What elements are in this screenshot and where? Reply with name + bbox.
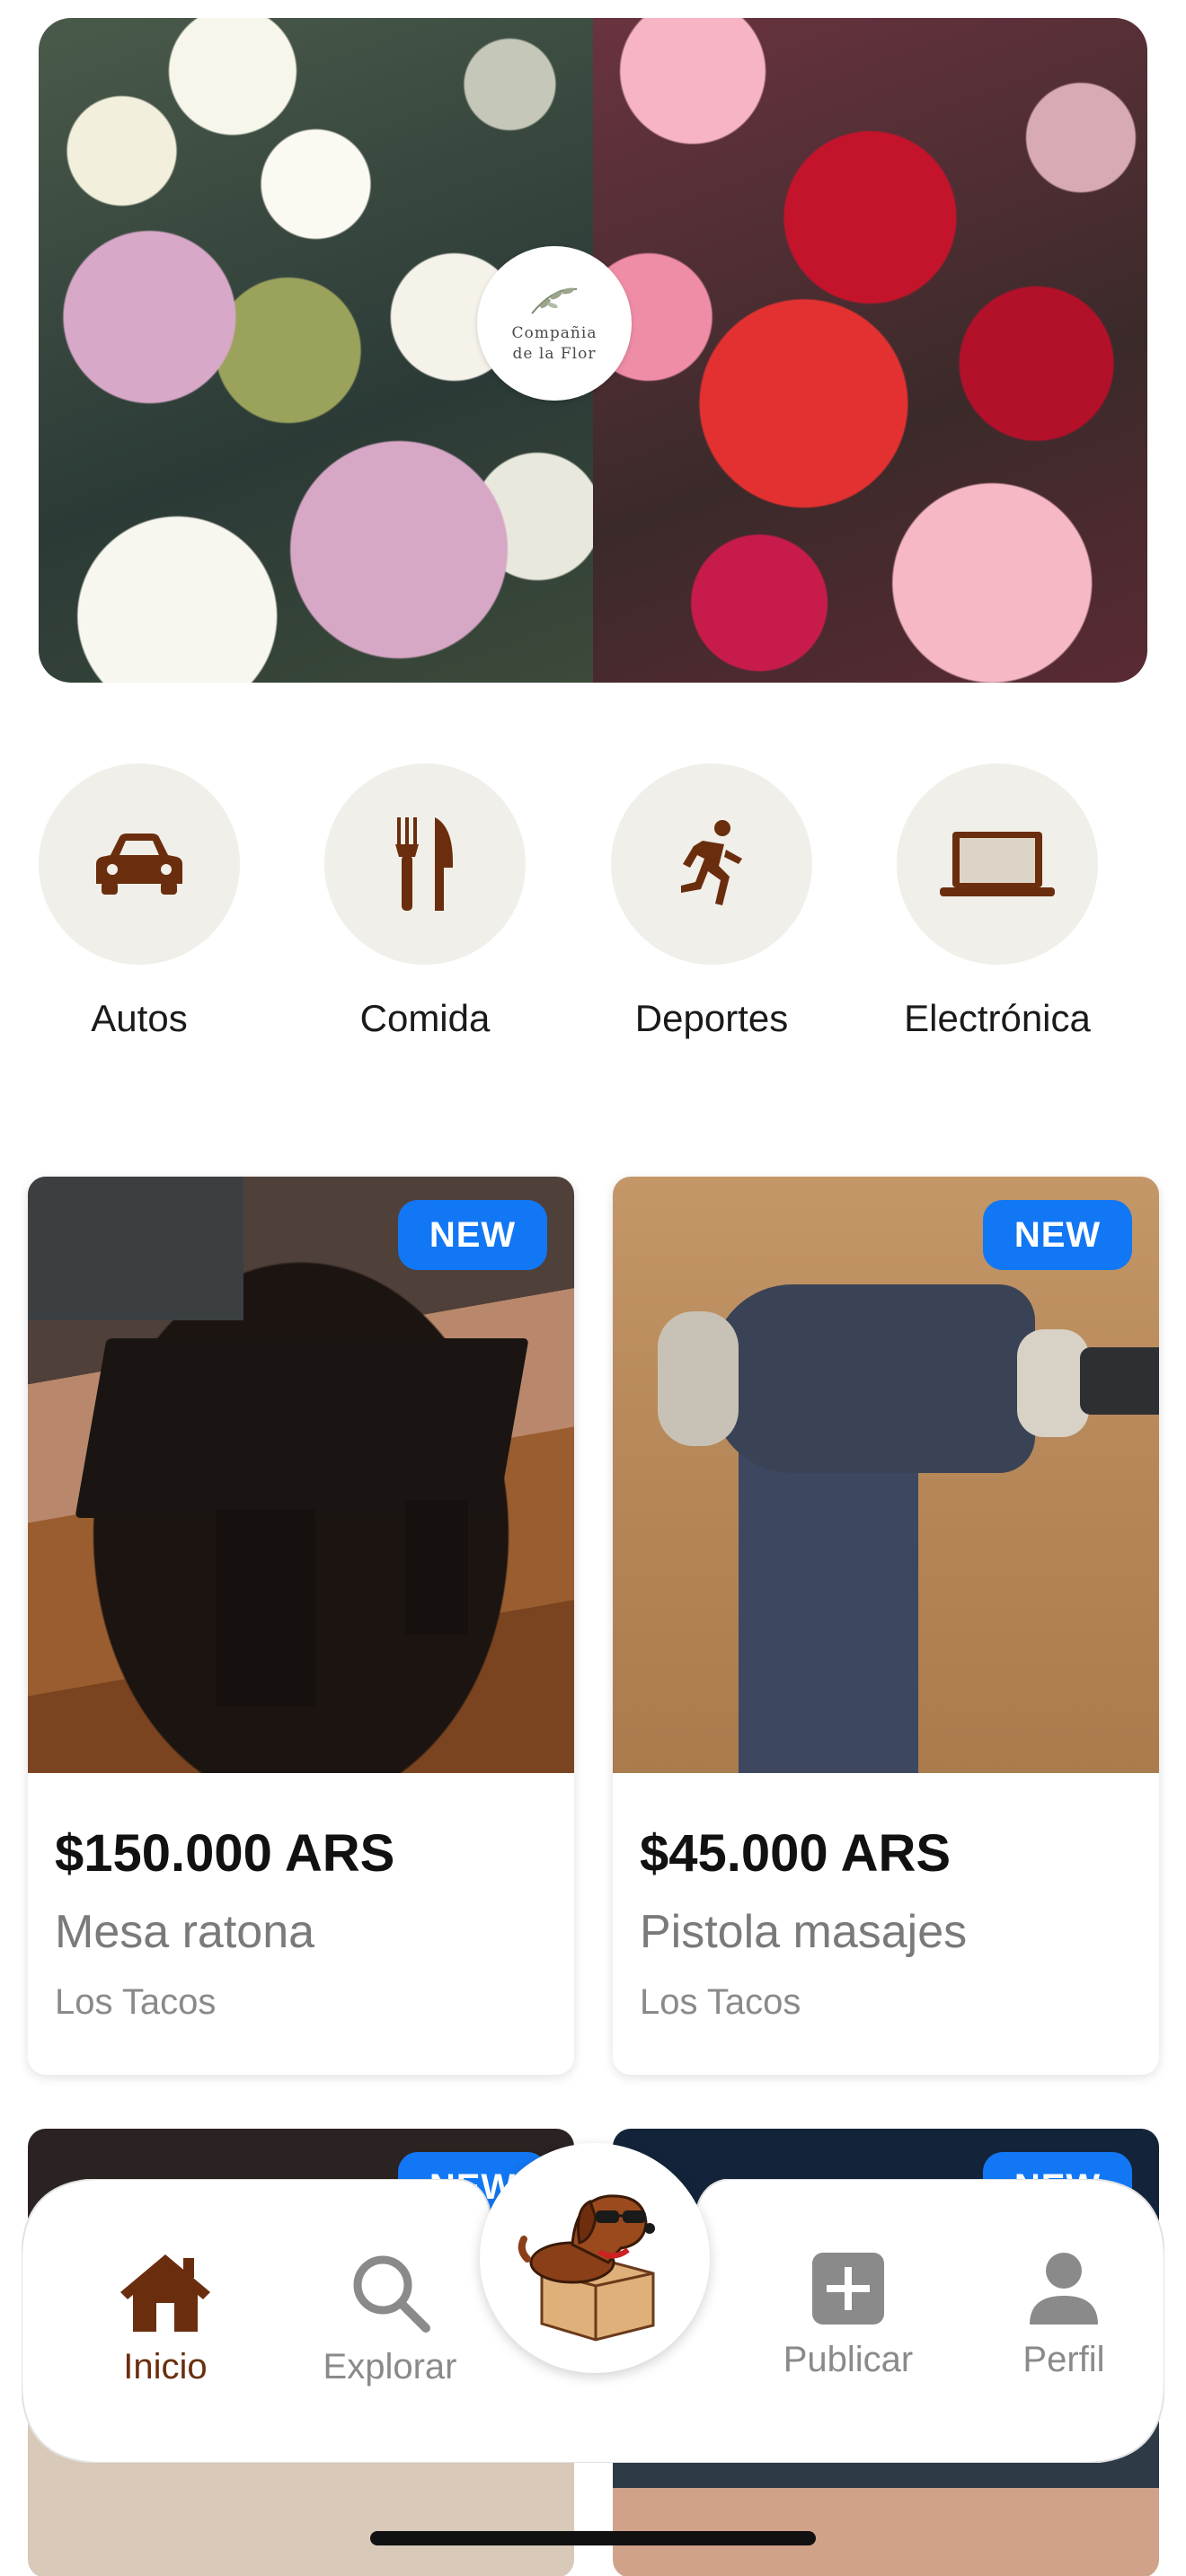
category-label: Electrónica	[904, 997, 1091, 1039]
image-detail	[405, 1500, 468, 1635]
center-action-button[interactable]	[480, 2143, 710, 2373]
person-icon	[1030, 2253, 1098, 2325]
fork-knife-icon	[395, 817, 453, 911]
nav-label: Publicar	[783, 2340, 914, 2379]
product-title: Pistola masajes	[640, 1906, 968, 1958]
store-logo: Compañia de la Flor	[477, 246, 632, 401]
product-location: Los Tacos	[55, 1982, 217, 2022]
logo-line-1: Compañia	[511, 324, 597, 343]
category-circle	[324, 763, 526, 965]
category-deportes[interactable]: Deportes	[611, 763, 812, 1040]
product-image-mesa-ratona: NEW	[28, 1177, 574, 1773]
nav-perfil[interactable]: Perfil	[965, 2251, 1163, 2380]
nav-publicar[interactable]: Publicar	[749, 2251, 947, 2380]
image-detail	[1080, 1347, 1159, 1415]
new-badge: NEW	[398, 1200, 547, 1270]
category-label: Autos	[91, 997, 188, 1039]
product-price: $150.000 ARS	[55, 1824, 395, 1883]
running-icon	[681, 820, 742, 905]
product-price: $45.000 ARS	[640, 1824, 951, 1883]
image-detail	[658, 1311, 739, 1446]
category-label: Comida	[359, 997, 491, 1039]
car-icon	[96, 834, 182, 895]
dog-mascot-icon	[518, 2194, 655, 2342]
nav-label: Inicio	[123, 2347, 208, 2386]
search-icon	[353, 2255, 430, 2333]
product-title: Mesa ratona	[55, 1906, 315, 1958]
bottom-navigation: Inicio Explorar Publicar Perfil	[22, 2143, 1164, 2463]
home-indicator[interactable]	[370, 2531, 816, 2545]
image-detail	[75, 1338, 529, 1518]
category-label: Deportes	[634, 997, 789, 1039]
category-comida[interactable]: Comida	[324, 763, 526, 1040]
nav-label: Perfil	[1022, 2340, 1105, 2379]
laptop-icon	[940, 832, 1055, 896]
image-detail	[28, 1177, 243, 1320]
logo-line-2: de la Flor	[512, 345, 597, 363]
home-icon	[120, 2254, 210, 2332]
product-image-pistola-masajes: NEW	[613, 1177, 1159, 1773]
nav-inicio[interactable]: Inicio	[66, 2251, 264, 2387]
image-detail	[1017, 1329, 1089, 1437]
banner-flowers-right-image	[593, 18, 1147, 683]
product-card[interactable]: NEW $45.000 ARS Pistola masajes Los Taco…	[613, 1177, 1159, 2075]
image-detail	[712, 1284, 1035, 1473]
nav-label: Explorar	[323, 2347, 457, 2386]
new-badge: NEW	[983, 1200, 1132, 1270]
category-circle	[611, 763, 812, 965]
category-circle	[39, 763, 240, 965]
product-location: Los Tacos	[640, 1982, 801, 2022]
image-detail	[739, 1428, 918, 1773]
leaf-icon	[531, 287, 578, 314]
category-autos[interactable]: Autos	[39, 763, 240, 1040]
product-card[interactable]: NEW $150.000 ARS Mesa ratona Los Tacos	[28, 1177, 574, 2075]
category-electronica[interactable]: Electrónica	[897, 763, 1098, 1040]
nav-explorar[interactable]: Explorar	[291, 2251, 489, 2387]
plus-square-icon	[812, 2253, 884, 2325]
category-circle	[897, 763, 1098, 965]
image-detail	[217, 1509, 315, 1707]
